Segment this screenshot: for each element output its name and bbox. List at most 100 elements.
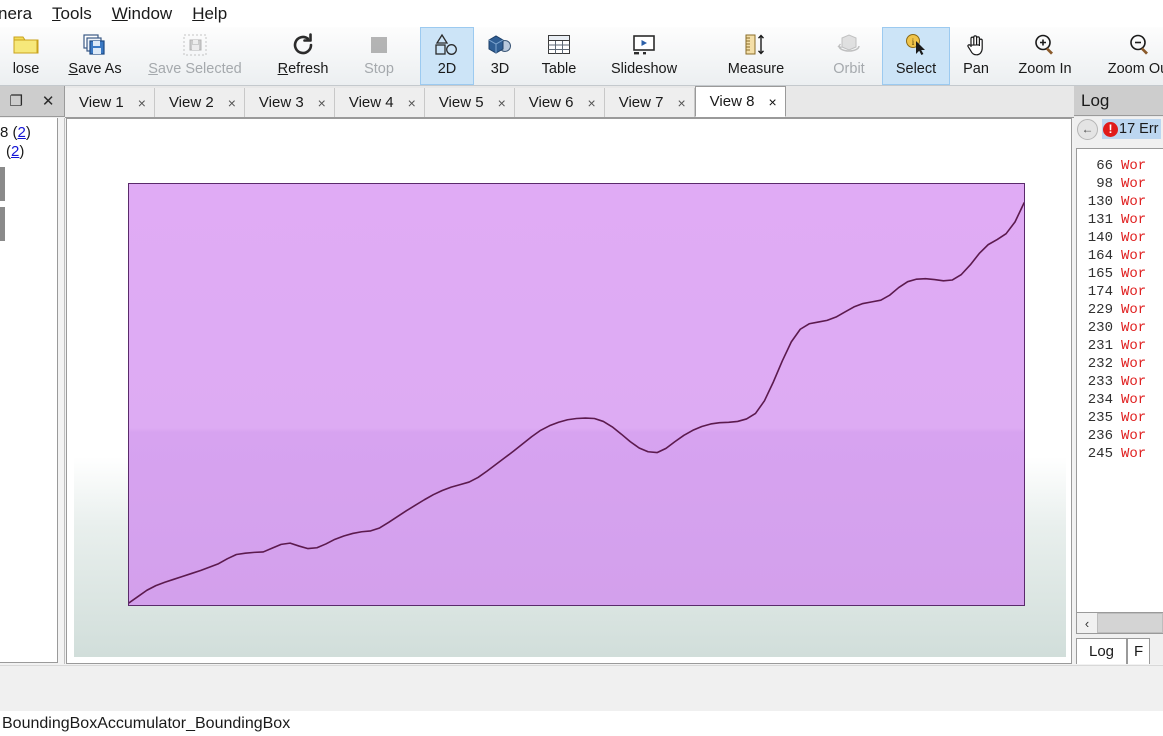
log-entry-line-number: 130 bbox=[1087, 194, 1113, 210]
tab-find[interactable]: F bbox=[1127, 638, 1151, 664]
tab-view-1-close-icon[interactable]: × bbox=[138, 95, 146, 111]
save-selected-button-label: Save Selected bbox=[148, 61, 242, 77]
error-filter-chip[interactable]: ! 17 Err bbox=[1102, 119, 1161, 139]
log-entry-row[interactable]: 230 Wor bbox=[1077, 319, 1163, 337]
tab-view-6[interactable]: View 6 × bbox=[514, 88, 605, 117]
view-2d-button[interactable]: 2D bbox=[420, 27, 474, 85]
menu-item-help[interactable]: Help bbox=[182, 0, 237, 27]
log-entry-message: Wor bbox=[1121, 176, 1147, 192]
tree-row[interactable]: 8 (2) bbox=[0, 123, 57, 142]
menu-item-window-label: indow bbox=[127, 4, 173, 23]
tree-row-link[interactable]: 2 bbox=[11, 143, 19, 160]
save-selected-button[interactable]: Save Selected bbox=[138, 27, 252, 85]
tab-view-7-label: View 7 bbox=[618, 94, 664, 111]
log-entry-line-number: 245 bbox=[1087, 446, 1113, 462]
log-entry-row[interactable]: 165 Wor bbox=[1077, 265, 1163, 283]
log-entry-row[interactable]: 231 Wor bbox=[1077, 337, 1163, 355]
back-arrow-icon[interactable]: ← bbox=[1077, 118, 1098, 140]
log-entry-line-number: 233 bbox=[1087, 374, 1113, 390]
log-entry-list[interactable]: 66 Wor 98 Wor 130 Wor 131 Wor 140 Wor 164 Wor 165 Wor… bbox=[1076, 148, 1163, 618]
log-entry-row[interactable]: 130 Wor bbox=[1077, 193, 1163, 211]
tab-view-2-label: View 2 bbox=[168, 94, 214, 111]
log-entry-message: Wor bbox=[1121, 320, 1147, 336]
save-as-button[interactable]: Save As bbox=[52, 27, 138, 85]
log-entry-row[interactable]: 232 Wor bbox=[1077, 355, 1163, 373]
slideshow-button[interactable]: Slideshow bbox=[592, 27, 696, 85]
save-as-icon bbox=[78, 32, 112, 58]
log-entry-row[interactable]: 98 Wor bbox=[1077, 175, 1163, 193]
view-3d-button[interactable]: 3D bbox=[474, 27, 526, 85]
tab-view-5[interactable]: View 5 × bbox=[424, 88, 515, 117]
log-panel-title: Log bbox=[1081, 90, 1110, 110]
log-entry-row[interactable]: 229 Wor bbox=[1077, 301, 1163, 319]
tab-view-1[interactable]: View 1 × bbox=[65, 88, 155, 117]
left-panel-scrollbar[interactable] bbox=[58, 118, 65, 664]
log-entry-row[interactable]: 235 Wor bbox=[1077, 409, 1163, 427]
log-entry-message: Wor bbox=[1121, 212, 1147, 228]
tab-view-4-close-icon[interactable]: × bbox=[408, 95, 416, 111]
log-entry-line-number: 235 bbox=[1087, 410, 1113, 426]
tab-log[interactable]: Log bbox=[1076, 638, 1128, 664]
scroll-left-arrow-icon[interactable]: ‹ bbox=[1077, 613, 1097, 633]
view-tab-bar: ❐ ✕ View 1 × View 2 × View 3 × View 4 × View… bbox=[0, 86, 1163, 118]
log-entry-row[interactable]: 131 Wor bbox=[1077, 211, 1163, 229]
stop-button[interactable]: Stop bbox=[346, 27, 412, 85]
tab-view-5-close-icon[interactable]: × bbox=[498, 95, 506, 111]
log-entry-message: Wor bbox=[1121, 392, 1147, 408]
tab-view-6-close-icon[interactable]: × bbox=[588, 95, 596, 111]
view-table-button[interactable]: Table bbox=[526, 27, 592, 85]
orbit-button[interactable]: Orbit bbox=[816, 27, 882, 85]
tab-view-2[interactable]: View 2 × bbox=[154, 88, 245, 117]
tab-view-8-close-icon[interactable]: × bbox=[768, 94, 776, 110]
plot-box[interactable] bbox=[128, 183, 1025, 606]
tab-view-3-close-icon[interactable]: × bbox=[318, 95, 326, 111]
tab-view-7-close-icon[interactable]: × bbox=[677, 95, 685, 111]
log-entry-row[interactable]: 236 Wor bbox=[1077, 427, 1163, 445]
close-icon[interactable]: ✕ bbox=[42, 92, 55, 110]
view-8-render-area[interactable] bbox=[66, 118, 1072, 664]
tab-view-7[interactable]: View 7 × bbox=[604, 88, 695, 117]
error-count-label: 17 Err bbox=[1119, 121, 1159, 137]
log-entry-row[interactable]: 245 Wor bbox=[1077, 445, 1163, 463]
tab-view-4[interactable]: View 4 × bbox=[334, 88, 425, 117]
zoom-out-button[interactable]: Zoom Out bbox=[1088, 27, 1163, 85]
refresh-button[interactable]: Refresh bbox=[260, 27, 346, 85]
tab-view-8[interactable]: View 8 × bbox=[694, 86, 786, 117]
tab-view-3[interactable]: View 3 × bbox=[244, 88, 335, 117]
scroll-thumb[interactable] bbox=[1097, 613, 1163, 633]
log-entry-line-number: 236 bbox=[1087, 428, 1113, 444]
restore-window-icon[interactable]: ❐ bbox=[9, 92, 22, 110]
tree-row-prefix: 8 ( bbox=[0, 124, 18, 141]
view-3d-button-label: 3D bbox=[490, 61, 510, 77]
tree-row-link[interactable]: 2 bbox=[18, 124, 26, 141]
status-bar: BoundingBoxAccumulator_BoundingBox bbox=[0, 711, 1163, 736]
log-entry-row[interactable]: 164 Wor bbox=[1077, 247, 1163, 265]
left-tree-panel[interactable]: 8 (2) (2) bbox=[0, 118, 58, 663]
menu-item-camera[interactable]: nera bbox=[0, 0, 42, 27]
log-entry-row[interactable]: 66 Wor bbox=[1077, 157, 1163, 175]
log-entry-row[interactable]: 140 Wor bbox=[1077, 229, 1163, 247]
tab-view-2-close-icon[interactable]: × bbox=[228, 95, 236, 111]
select-button[interactable]: i Select bbox=[882, 27, 950, 85]
tree-row-suffix: ) bbox=[19, 143, 25, 160]
log-entry-row[interactable]: 234 Wor bbox=[1077, 391, 1163, 409]
tab-log-label: Log bbox=[1089, 643, 1115, 660]
pan-button[interactable]: Pan bbox=[950, 27, 1002, 85]
zoom-in-button-label: Zoom In bbox=[1018, 61, 1072, 77]
log-entry-message: Wor bbox=[1121, 338, 1147, 354]
tab-find-label: F bbox=[1134, 643, 1144, 660]
menu-item-tools[interactable]: Tools bbox=[42, 0, 102, 27]
measure-button[interactable]: Measure bbox=[704, 27, 808, 85]
main-toolbar: lose Save As Save Selected Refresh Stop … bbox=[0, 27, 1163, 86]
render-canvas[interactable] bbox=[74, 125, 1066, 657]
log-entry-row[interactable]: 174 Wor bbox=[1077, 283, 1163, 301]
zoom-in-button[interactable]: Zoom In bbox=[1002, 27, 1088, 85]
log-entry-line-number: 234 bbox=[1087, 392, 1113, 408]
log-entry-row[interactable]: 233 Wor bbox=[1077, 373, 1163, 391]
refresh-icon bbox=[286, 32, 320, 58]
tree-row[interactable]: (2) bbox=[0, 142, 57, 161]
close-button[interactable]: lose bbox=[0, 27, 52, 85]
menu-item-window[interactable]: Window bbox=[102, 0, 182, 27]
log-horizontal-scrollbar[interactable]: ‹ bbox=[1076, 612, 1163, 634]
panel-window-controls: ❐ ✕ bbox=[0, 86, 65, 117]
